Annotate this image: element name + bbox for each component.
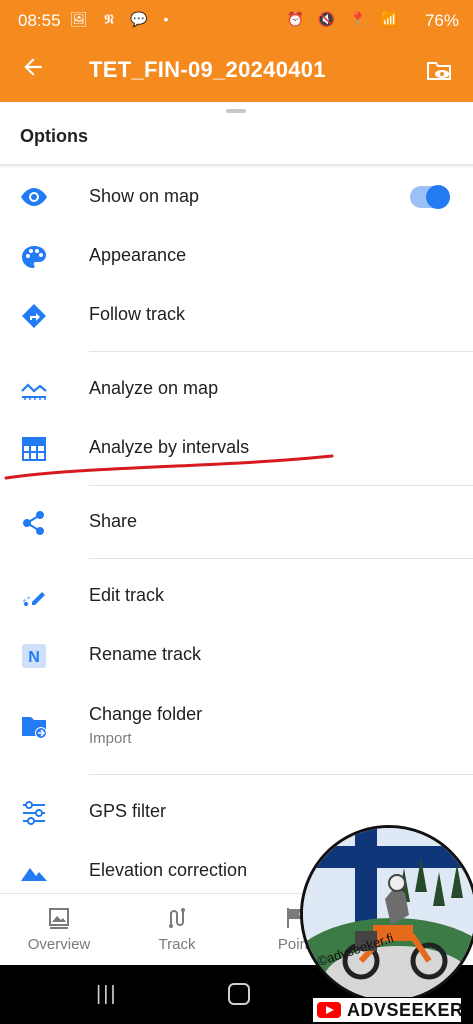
direction-diamond-icon: [20, 303, 48, 328]
divider: [89, 485, 473, 486]
svg-text:N: N: [28, 649, 40, 666]
nav-label: Track: [158, 936, 196, 953]
edit-track-icon: [20, 584, 48, 608]
youtube-logo-icon: [317, 1002, 341, 1018]
menu-item-analyze-on-map[interactable]: Analyze on map: [0, 360, 473, 418]
folder-eye-icon[interactable]: [425, 56, 453, 84]
status-bar: 08:55 🖼 𝕹 💬 • ⏰ 🔇 📍 📶 76%: [0, 0, 473, 40]
divider: [89, 558, 473, 559]
finnish-flag-stripe-horizontal: [303, 846, 473, 868]
motorcycle-rider-icon: [342, 874, 448, 980]
nav-label: Overview: [27, 936, 91, 953]
recent-apps-icon[interactable]: |||: [96, 983, 118, 1006]
menu-item-rename-track[interactable]: N Rename track: [0, 626, 473, 684]
battery-level: 76%: [424, 11, 459, 30]
notification-icons: 🖼 𝕹 💬 •: [70, 11, 175, 27]
menu-item-edit-track[interactable]: Edit track: [0, 567, 473, 625]
menu-item-follow-track[interactable]: Follow track: [0, 286, 473, 344]
advseeker-logo-badge: [300, 825, 473, 1003]
menu-item-label: Follow track: [89, 304, 186, 324]
nav-track[interactable]: Track: [132, 906, 222, 953]
menu-item-label: Analyze on map: [89, 378, 219, 398]
rename-n-icon: N: [20, 643, 48, 668]
sheet-drag-handle[interactable]: [226, 109, 246, 113]
palette-icon: [20, 244, 48, 268]
toggle-knob: [426, 185, 450, 209]
menu-item-label: Change folder: [89, 704, 203, 724]
options-heading: Options: [20, 126, 88, 146]
youtube-channel-name: ADVSEEKER: [347, 1000, 464, 1020]
folder-move-icon: [20, 714, 48, 739]
divider: [89, 774, 473, 775]
youtube-channel-badge: ADVSEEKER: [312, 997, 464, 1023]
divider: [89, 351, 473, 352]
system-status-icons: ⏰ 🔇 📍 📶: [286, 11, 403, 27]
menu-item-label: Rename track: [89, 644, 202, 664]
app-bar: TET_FIN-09_20240401: [0, 40, 473, 102]
menu-item-sublabel: Import: [89, 730, 132, 747]
overview-image-icon: [47, 906, 71, 930]
red-underline-annotation: [4, 454, 334, 480]
mountain-icon: [20, 859, 48, 883]
nav-overview[interactable]: Overview: [14, 906, 104, 953]
menu-item-label: Share: [89, 511, 138, 531]
track-route-icon: [165, 906, 189, 930]
eye-icon: [20, 185, 48, 209]
arrow-left-icon[interactable]: [20, 54, 46, 85]
show-on-map-toggle[interactable]: [410, 185, 450, 209]
menu-item-label: Show on map: [89, 186, 200, 206]
home-icon[interactable]: [228, 983, 250, 1005]
chart-icon: [20, 377, 48, 401]
menu-item-label: Elevation correction: [89, 860, 248, 880]
menu-item-change-folder[interactable]: Change folder Import: [0, 686, 473, 766]
menu-item-label: Appearance: [89, 245, 187, 265]
sliders-icon: [20, 800, 48, 825]
menu-item-show-on-map[interactable]: Show on map: [0, 168, 473, 226]
menu-item-label: Edit track: [89, 585, 165, 605]
status-time: 08:55: [18, 11, 61, 30]
menu-item-appearance[interactable]: Appearance: [0, 227, 473, 285]
menu-item-label: GPS filter: [89, 801, 167, 821]
page-title: TET_FIN-09_20240401: [89, 57, 326, 82]
share-icon: [20, 510, 48, 535]
menu-item-share[interactable]: Share: [0, 493, 473, 551]
